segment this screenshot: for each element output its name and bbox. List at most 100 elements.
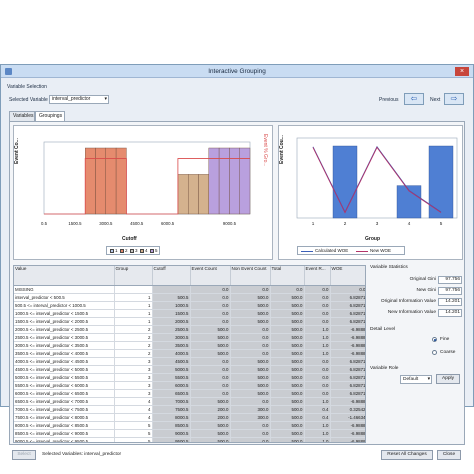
table-cell[interactable]: 3 bbox=[114, 365, 153, 374]
table-cell[interactable]: 4 bbox=[114, 405, 153, 414]
table-cell[interactable]: 1 bbox=[114, 301, 153, 310]
close-button[interactable]: Close bbox=[437, 450, 461, 460]
cutoff-chart[interactable]: 0.5 1500.5 3000.5 4500.5 6000.5 9000.5 bbox=[14, 126, 272, 231]
table-row[interactable]: 9000.5 <= interval_predictor < 9500.5 5 95… bbox=[14, 437, 365, 442]
table-row[interactable]: 7000.5 <= interval_predictor < 7500.5 4 75… bbox=[14, 405, 365, 414]
table-cell: 0.4 bbox=[304, 405, 331, 414]
table-cell: 8500.5 <= interval_predictor < 9000.5 bbox=[14, 429, 115, 438]
variable-role-select[interactable]: Default ▾ bbox=[400, 375, 432, 384]
table-cell: 500.0 bbox=[190, 437, 231, 442]
table-row[interactable]: 5500.5 <= interval_predictor < 6000.5 3 60… bbox=[14, 381, 365, 390]
reset-all-changes-button[interactable]: Reset All Changes bbox=[381, 450, 433, 460]
table-cell: 7500.5 bbox=[152, 405, 191, 414]
table-cell: 500.0 bbox=[270, 397, 305, 406]
bar bbox=[198, 174, 210, 215]
table-row[interactable]: 8000.5 <= interval_predictor < 8500.5 5 85… bbox=[14, 421, 365, 430]
table-cell[interactable]: 2 bbox=[114, 341, 153, 350]
column-header[interactable]: Event Count bbox=[190, 266, 231, 286]
column-header[interactable]: Non Event Count bbox=[230, 266, 271, 286]
table-cell: 500.0 bbox=[190, 325, 231, 334]
coarse-radio[interactable] bbox=[432, 350, 437, 355]
column-header[interactable]: Value bbox=[14, 266, 115, 286]
tab-variables[interactable]: Variables bbox=[9, 111, 35, 121]
x-tick-label: 6000.5 bbox=[161, 221, 175, 226]
table-row[interactable]: MISSING 0.0 0.0 0.0 0.0 0.0 bbox=[14, 285, 365, 294]
selected-variable-value: interval_predictor bbox=[52, 96, 91, 102]
table-cell: 6.82871 bbox=[330, 357, 365, 366]
table-row[interactable]: 6500.5 <= interval_predictor < 7000.5 4 70… bbox=[14, 397, 365, 406]
table-cell[interactable]: 4 bbox=[114, 413, 153, 422]
table-row[interactable]: 2500.5 <= interval_predictor < 3000.5 2 30… bbox=[14, 333, 365, 342]
table-row[interactable]: 4500.5 <= interval_predictor < 5000.5 3 50… bbox=[14, 365, 365, 374]
table-cell[interactable]: 2 bbox=[114, 333, 153, 342]
table-cell[interactable]: 3 bbox=[114, 373, 153, 382]
selected-variable-combo[interactable]: interval_predictor ▾ bbox=[49, 95, 109, 104]
table-cell: 0.0 bbox=[230, 349, 271, 358]
table-cell[interactable]: 5 bbox=[114, 421, 153, 430]
table-cell[interactable]: 2 bbox=[114, 325, 153, 334]
new-woe-legend-swatch bbox=[356, 251, 368, 252]
title-bar: Interactive Grouping × bbox=[1, 65, 473, 78]
grouping-table[interactable]: Value Group Cutoff Event Count Non Event Cou… bbox=[13, 265, 366, 443]
table-row[interactable]: interval_predictor < 500.5 1 500.5 0.0 500.0… bbox=[14, 293, 365, 302]
table-cell[interactable]: 2 bbox=[114, 349, 153, 358]
table-row[interactable]: 1500.5 <= interval_predictor < 2000.5 1 20… bbox=[14, 317, 365, 326]
table-cell: 8000.5 bbox=[152, 413, 191, 422]
column-header[interactable]: Cutoff bbox=[152, 266, 191, 286]
table-cell[interactable]: 5 bbox=[114, 437, 153, 442]
column-header[interactable]: Event R... bbox=[304, 266, 331, 286]
table-row[interactable]: 3000.5 <= interval_predictor < 3500.5 2 35… bbox=[14, 341, 365, 350]
table-cell: 6.82871 bbox=[330, 301, 365, 310]
select-button[interactable]: Select bbox=[12, 450, 36, 460]
column-header[interactable]: WOE bbox=[330, 266, 365, 286]
next-button[interactable]: ⇨ bbox=[444, 93, 464, 105]
table-cell: 500.0 bbox=[270, 293, 305, 302]
table-cell[interactable]: 1 bbox=[114, 293, 153, 302]
table-row[interactable]: 4000.5 <= interval_predictor < 4500.5 3 45… bbox=[14, 357, 365, 366]
table-cell: 0.0 bbox=[230, 285, 271, 294]
fine-radio[interactable] bbox=[432, 337, 437, 342]
table-row[interactable]: 1000.5 <= interval_predictor < 1500.5 1 15… bbox=[14, 309, 365, 318]
table-cell: 0.0 bbox=[230, 341, 271, 350]
tab-groupings[interactable]: Groupings bbox=[35, 111, 65, 121]
table-cell: 7000.5 <= interval_predictor < 7500.5 bbox=[14, 405, 115, 414]
table-cell[interactable]: 3 bbox=[114, 389, 153, 398]
table-cell: 500.0 bbox=[270, 389, 305, 398]
legend-label: 3 bbox=[135, 248, 138, 253]
table-cell: 1.0 bbox=[304, 421, 331, 430]
legend-swatch bbox=[130, 249, 134, 253]
column-header[interactable]: Group bbox=[114, 266, 153, 286]
table-cell[interactable]: 3 bbox=[114, 357, 153, 366]
new-woe-legend-label: New WOE bbox=[370, 248, 392, 253]
table-cell[interactable]: 1 bbox=[114, 309, 153, 318]
table-row[interactable]: 2000.5 <= interval_predictor < 2500.5 2 25… bbox=[14, 325, 365, 334]
table-row[interactable]: 3500.5 <= interval_predictor < 4000.5 2 40… bbox=[14, 349, 365, 358]
bar bbox=[187, 174, 199, 215]
table-cell bbox=[152, 285, 191, 294]
table-row[interactable]: 8500.5 <= interval_predictor < 9000.5 5 90… bbox=[14, 429, 365, 438]
table-cell: 200.0 bbox=[190, 405, 231, 414]
table-cell[interactable]: 3 bbox=[114, 381, 153, 390]
table-row[interactable]: 5000.5 <= interval_predictor < 5500.5 3 55… bbox=[14, 373, 365, 382]
table-cell: 500.0 bbox=[190, 429, 231, 438]
column-header[interactable]: Total bbox=[270, 266, 305, 286]
group-chart[interactable]: 1 2 3 4 5 bbox=[279, 126, 462, 236]
statistic-label: New Information Value bbox=[387, 310, 436, 315]
previous-button[interactable]: ⇦ bbox=[404, 93, 424, 105]
table-cell: 6.82871 bbox=[330, 365, 365, 374]
table-cell: -6.9888 bbox=[330, 421, 365, 430]
table-cell[interactable]: 4 bbox=[114, 397, 153, 406]
table-cell[interactable] bbox=[114, 285, 153, 294]
table-cell[interactable]: 5 bbox=[114, 429, 153, 438]
table-row[interactable]: 500.5 <= interval_predictor < 1000.5 1 100… bbox=[14, 301, 365, 310]
table-row[interactable]: 6000.5 <= interval_predictor < 6500.5 3 65… bbox=[14, 389, 365, 398]
cutoff-chart-panel: Event Co... Event % Gro... 0.5 1500.5 3000… bbox=[13, 125, 273, 260]
window-close-button[interactable]: × bbox=[455, 67, 469, 76]
apply-button[interactable]: Apply bbox=[436, 374, 460, 384]
statistic-label: Original Information Value bbox=[380, 299, 436, 304]
table-cell: 1000.5 bbox=[152, 301, 191, 310]
table-cell[interactable]: 1 bbox=[114, 317, 153, 326]
table-cell: 500.0 bbox=[270, 325, 305, 334]
bar bbox=[95, 147, 107, 215]
table-row[interactable]: 7500.5 <= interval_predictor < 8000.5 4 80… bbox=[14, 413, 365, 422]
